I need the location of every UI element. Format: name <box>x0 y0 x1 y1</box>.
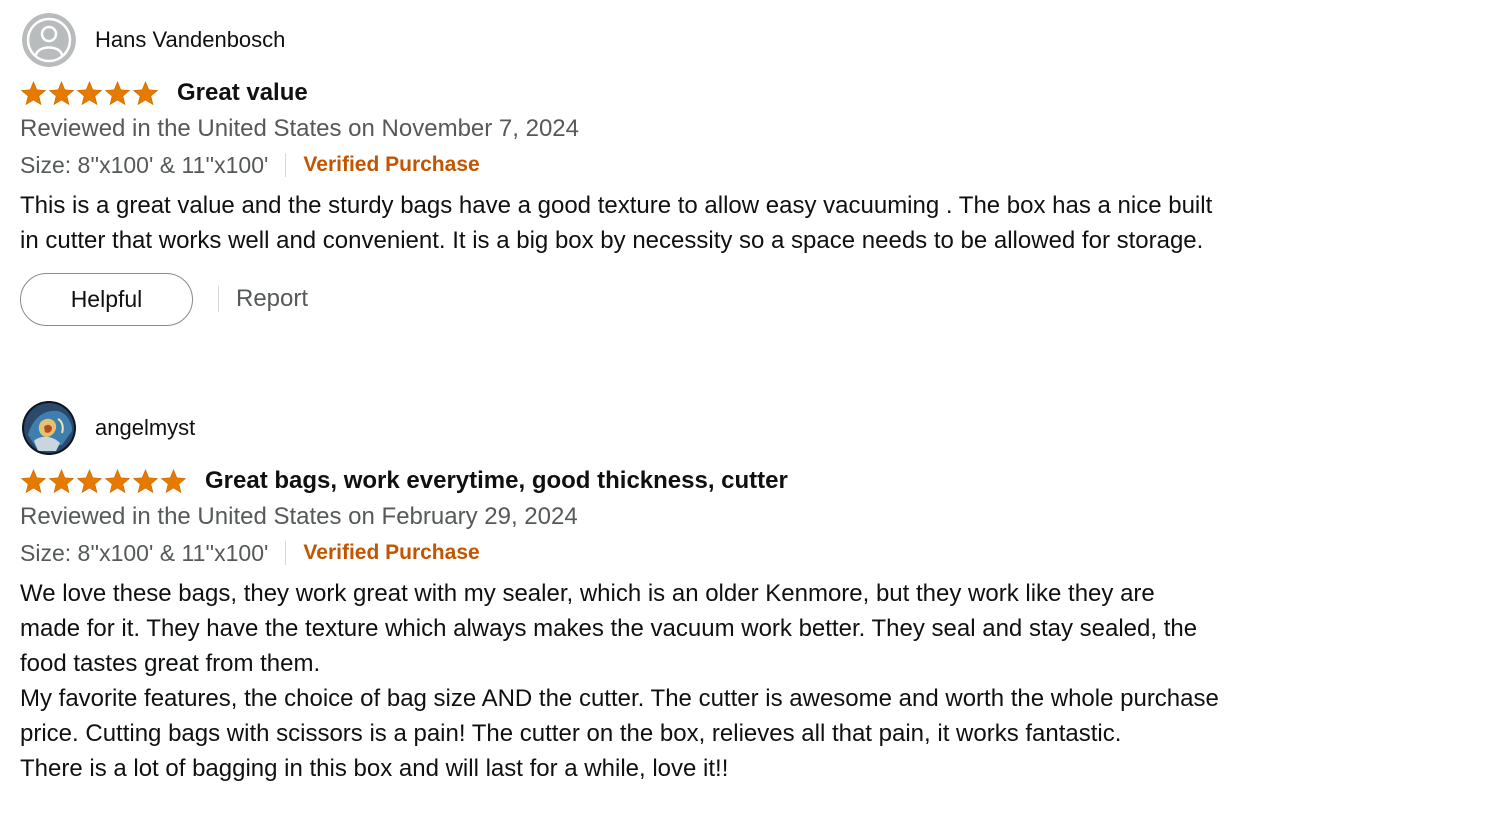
star-full-icon <box>132 80 159 106</box>
star-rating[interactable] <box>20 468 187 494</box>
review-paragraph: We love these bags, they work great with… <box>20 580 1198 677</box>
reviewer-name: Hans Vandenbosch <box>95 27 286 52</box>
star-full-icon <box>160 468 187 494</box>
review-paragraph: My favorite features, the choice of bag … <box>20 685 1219 747</box>
star-full-icon <box>20 80 47 106</box>
star-full-icon <box>48 80 75 106</box>
review-item: angelmyst Great bags, work everytime, go… <box>20 400 1220 786</box>
report-link[interactable]: Report <box>236 285 308 313</box>
review-date: Reviewed in the United States on Novembe… <box>20 115 579 142</box>
star-full-icon <box>104 80 131 106</box>
verified-purchase-badge: Verified Purchase <box>303 541 480 564</box>
review-date: Reviewed in the United States on Februar… <box>20 503 578 530</box>
reviews-page: Hans Vandenbosch Great value Reviewed in… <box>0 0 1504 829</box>
review-paragraph: There is a lot of bagging in this box an… <box>20 755 729 782</box>
review-title-link[interactable]: Great value <box>177 79 308 107</box>
review-body: This is a great value and the sturdy bag… <box>20 188 1220 258</box>
verified-purchase-badge: Verified Purchase <box>303 153 480 176</box>
divider <box>218 286 219 312</box>
review-title-link[interactable]: Great bags, work everytime, good thickne… <box>205 467 788 495</box>
reviewer-name: angelmyst <box>95 415 196 440</box>
helpful-button[interactable]: Helpful <box>20 272 193 326</box>
star-full-icon <box>104 468 131 494</box>
star-full-icon <box>76 468 103 494</box>
review-body: We love these bags, they work great with… <box>20 576 1220 786</box>
profile-photo-avatar <box>22 401 76 455</box>
star-rating[interactable] <box>20 80 159 106</box>
variant-size-link[interactable]: Size: 8''x100' & 11''x100' <box>20 540 268 567</box>
reviewer-profile[interactable]: angelmyst <box>20 400 1220 456</box>
default-avatar-icon <box>22 13 76 67</box>
review-item: Hans Vandenbosch Great value Reviewed in… <box>20 12 1220 326</box>
star-full-icon <box>20 468 47 494</box>
star-full-icon <box>132 468 159 494</box>
star-full-icon <box>48 468 75 494</box>
star-full-icon <box>76 80 103 106</box>
variant-size-link[interactable]: Size: 8''x100' & 11''x100' <box>20 152 268 179</box>
review-paragraph: This is a great value and the sturdy bag… <box>20 192 1213 254</box>
divider <box>285 153 287 177</box>
divider <box>285 541 287 565</box>
reviewer-profile[interactable]: Hans Vandenbosch <box>20 12 1220 68</box>
